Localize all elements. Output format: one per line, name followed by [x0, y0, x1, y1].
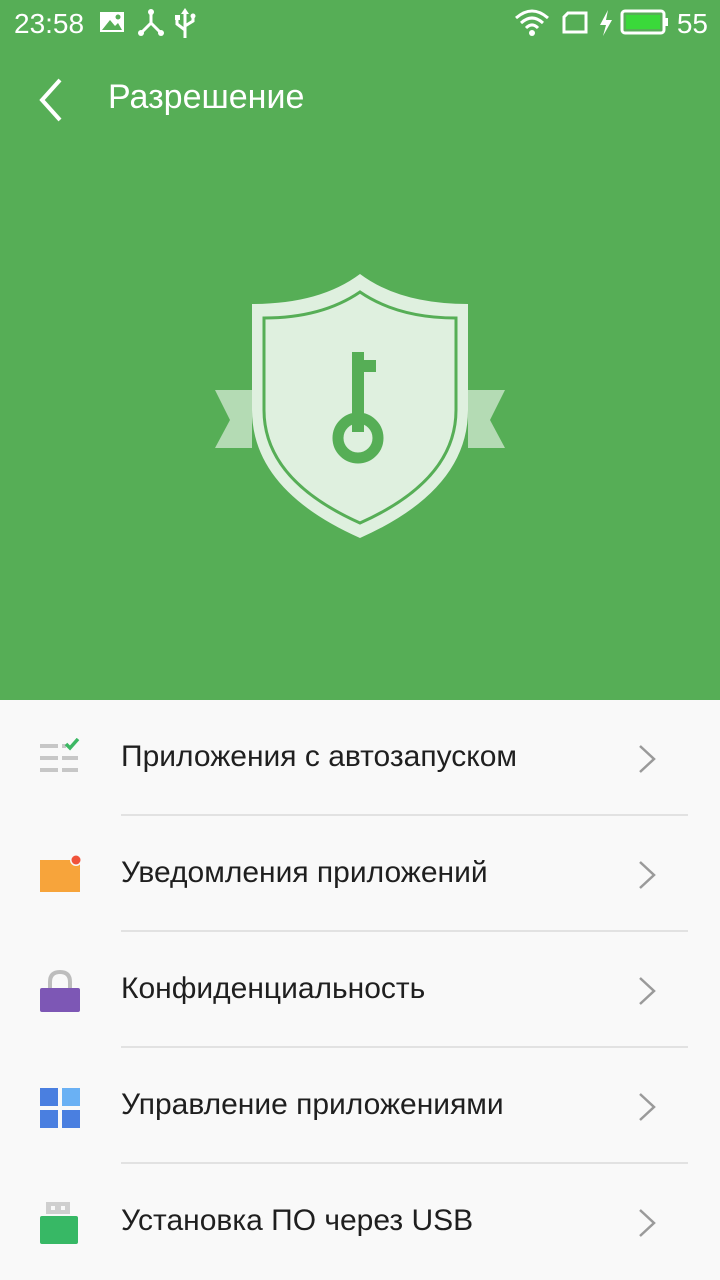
autostart-list-icon — [40, 738, 80, 772]
back-arrow-icon[interactable] — [30, 72, 80, 128]
list-item[interactable]: Установка ПО через USB — [0, 1164, 720, 1280]
image-icon — [100, 12, 124, 32]
list-item[interactable]: Приложения с автозапуском — [0, 700, 720, 816]
shield-key-icon — [215, 274, 505, 538]
battery-level: 55 — [676, 8, 708, 39]
chevron-right-icon — [639, 861, 656, 889]
usb-drive-icon — [40, 1202, 78, 1244]
chevron-right-icon — [639, 745, 656, 773]
header: 23:58 55 Разрешение — [0, 0, 720, 700]
chevron-right-icon — [639, 1209, 656, 1237]
lock-icon — [40, 970, 80, 1012]
battery-icon — [620, 9, 668, 35]
list-item-label: Конфиденциальность — [121, 972, 426, 1005]
list-item[interactable]: Конфиденциальность — [0, 932, 720, 1048]
notification-icon — [40, 854, 82, 892]
network-share-icon — [138, 9, 164, 36]
toolbar: Разрешение — [0, 60, 720, 140]
list-item[interactable]: Уведомления приложений — [0, 816, 720, 932]
chevron-right-icon — [639, 1093, 656, 1121]
wifi-icon — [515, 9, 549, 36]
status-bar: 23:58 55 — [0, 0, 720, 50]
usb-icon — [175, 8, 196, 38]
list-item-label: Установка ПО через USB — [121, 1204, 474, 1237]
list-item-label: Управление приложениями — [121, 1088, 504, 1121]
list-item-label: Уведомления приложений — [121, 856, 488, 889]
list-item[interactable]: Управление приложениями — [0, 1048, 720, 1164]
page-title: Разрешение — [108, 78, 305, 116]
list-item-label: Приложения с автозапуском — [121, 740, 518, 773]
charging-icon — [600, 10, 612, 36]
sim-icon — [562, 11, 588, 34]
chevron-right-icon — [639, 977, 656, 1005]
permissions-list: Приложения с автозапуском Уведомления пр… — [0, 700, 720, 1280]
app-grid-icon — [40, 1088, 80, 1128]
status-time: 23:58 — [14, 8, 85, 39]
